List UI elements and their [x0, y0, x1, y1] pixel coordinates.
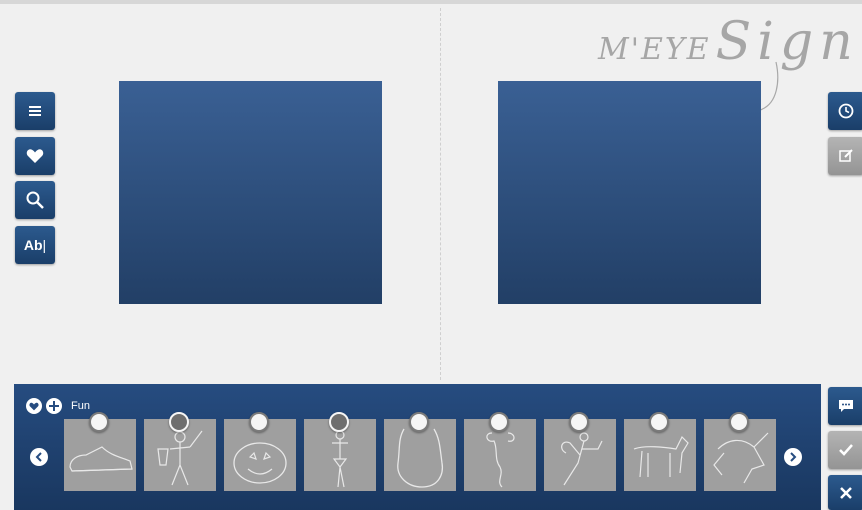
search-button[interactable] [15, 181, 55, 219]
add-category-button[interactable] [46, 398, 62, 414]
edit-button[interactable] [828, 137, 862, 175]
confirm-button[interactable] [828, 431, 862, 469]
stencil-radio[interactable] [329, 412, 349, 432]
stencil-radio[interactable] [89, 412, 109, 432]
menu-button[interactable] [15, 92, 55, 130]
comment-icon [839, 400, 853, 412]
logo-text-small: M'EYE [598, 32, 711, 67]
comment-button[interactable] [828, 387, 862, 425]
stencil-thumb-warrior[interactable] [144, 412, 216, 491]
heart-icon [26, 149, 44, 163]
stencil-bar-header: Fun [26, 398, 90, 414]
chevron-right-icon [790, 452, 797, 462]
heart-icon [29, 402, 39, 410]
stencil-radio[interactable] [249, 412, 269, 432]
text-button[interactable]: Ab| [15, 226, 55, 264]
stencil-thumb-unicorn[interactable] [704, 412, 776, 491]
stencil-radio[interactable] [649, 412, 669, 432]
stencil-radio[interactable] [569, 412, 589, 432]
stencil-thumb-bear[interactable] [384, 412, 456, 491]
favorite-category-button[interactable] [26, 398, 42, 414]
clock-icon [838, 103, 854, 119]
category-label: Fun [71, 400, 90, 412]
stencil-radio[interactable] [489, 412, 509, 432]
stencil-radio[interactable] [169, 412, 189, 432]
brand-logo: M'EYE Sign [598, 12, 859, 72]
stencil-thumb-seahorse[interactable] [464, 412, 536, 491]
top-border [0, 0, 862, 4]
prev-arrow-button[interactable] [30, 448, 48, 466]
next-arrow-button[interactable] [784, 448, 802, 466]
check-icon [839, 444, 853, 456]
edit-icon [839, 149, 853, 162]
stencil-bar: Fun [14, 384, 821, 510]
stencil-radio[interactable] [729, 412, 749, 432]
stencil-thumb-fairy[interactable] [544, 412, 616, 491]
search-icon [26, 191, 44, 209]
page-divider [440, 8, 441, 380]
favorites-button[interactable] [15, 137, 55, 175]
stencil-thumb-sneaker[interactable] [64, 412, 136, 491]
stencil-thumb-horse[interactable] [624, 412, 696, 491]
close-icon [840, 486, 852, 499]
text-icon: Ab| [23, 237, 47, 253]
text-button-label: Ab [23, 237, 43, 253]
close-button[interactable] [828, 475, 862, 510]
menu-icon [29, 106, 41, 116]
stencil-radio[interactable] [409, 412, 429, 432]
stencil-thumb-pumpkin[interactable] [224, 412, 296, 491]
history-button[interactable] [828, 92, 862, 130]
stencil-thumb-ballerina[interactable] [304, 412, 376, 491]
chevron-left-icon [35, 452, 42, 462]
right-canvas-panel[interactable] [498, 81, 761, 304]
plus-icon [49, 401, 59, 411]
left-canvas-panel[interactable] [119, 81, 382, 304]
